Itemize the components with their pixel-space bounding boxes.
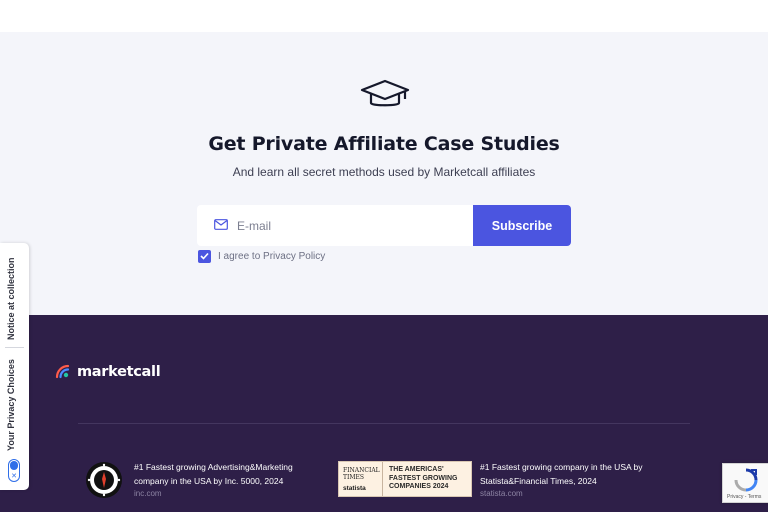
ft-logo-text: FINANCIAL TIMES (343, 466, 380, 481)
notice-at-collection-link[interactable]: Notice at collection (6, 253, 22, 345)
toggle-check-icon (10, 461, 18, 470)
graduation-cap-icon (360, 79, 410, 107)
footer: marketcall #1 Fastest growing Advertisin… (0, 315, 768, 512)
top-bar (0, 0, 768, 32)
subscribe-button[interactable]: Subscribe (473, 205, 571, 246)
section-title: Get Private Affiliate Case Studies (208, 133, 560, 155)
newsletter-section: Get Private Affiliate Case Studies And l… (0, 32, 768, 315)
recaptcha-links[interactable]: Privacy - Terms (727, 494, 761, 500)
award-description: #1 Fastest growing Advertising&Marketing… (134, 462, 293, 486)
award-item-ft: FINANCIAL TIMES statista THE AMERICAS' F… (338, 461, 650, 500)
award-source-link[interactable]: statista.com (480, 488, 650, 500)
mail-icon (214, 219, 228, 230)
marketcall-logo[interactable]: marketcall (54, 363, 161, 380)
inc-5000-badge (86, 462, 122, 498)
section-subtitle: And learn all secret methods used by Mar… (232, 165, 536, 179)
award-description: #1 Fastest growing company in the USA by… (480, 462, 643, 486)
footer-divider (78, 423, 690, 424)
ft-statista-badge: FINANCIAL TIMES statista THE AMERICAS' F… (338, 461, 472, 497)
agree-label[interactable]: I agree to Privacy Policy (218, 251, 325, 262)
statista-logo-text: statista (343, 484, 366, 492)
badge-line: FASTEST GROWING (389, 474, 458, 482)
award-source-link[interactable]: inc.com (134, 488, 324, 500)
privacy-agreement: I agree to Privacy Policy (198, 249, 325, 263)
badge-line: THE AMERICAS' (389, 466, 444, 474)
agree-checkbox[interactable] (198, 249, 211, 263)
email-field[interactable] (197, 205, 473, 246)
privacy-side-tab: Notice at collection Your Privacy Choice… (0, 243, 29, 490)
subscribe-form: Subscribe (197, 205, 571, 246)
badge-line: COMPANIES 2024 (389, 483, 449, 491)
email-input[interactable] (237, 205, 467, 246)
privacy-choices-link[interactable]: Your Privacy Choices (6, 353, 22, 457)
toggle-x-icon: ✕ (11, 472, 17, 480)
recaptcha-badge[interactable]: Privacy - Terms (722, 463, 768, 503)
privacy-toggle-icon[interactable]: ✕ (8, 459, 20, 482)
recaptcha-icon (734, 468, 758, 492)
privacy-tab-divider (5, 347, 24, 348)
logo-text: marketcall (77, 363, 161, 380)
marketcall-logo-icon (55, 364, 70, 379)
award-item-inc: #1 Fastest growing Advertising&Marketing… (85, 461, 324, 500)
checkmark-icon (200, 252, 209, 260)
